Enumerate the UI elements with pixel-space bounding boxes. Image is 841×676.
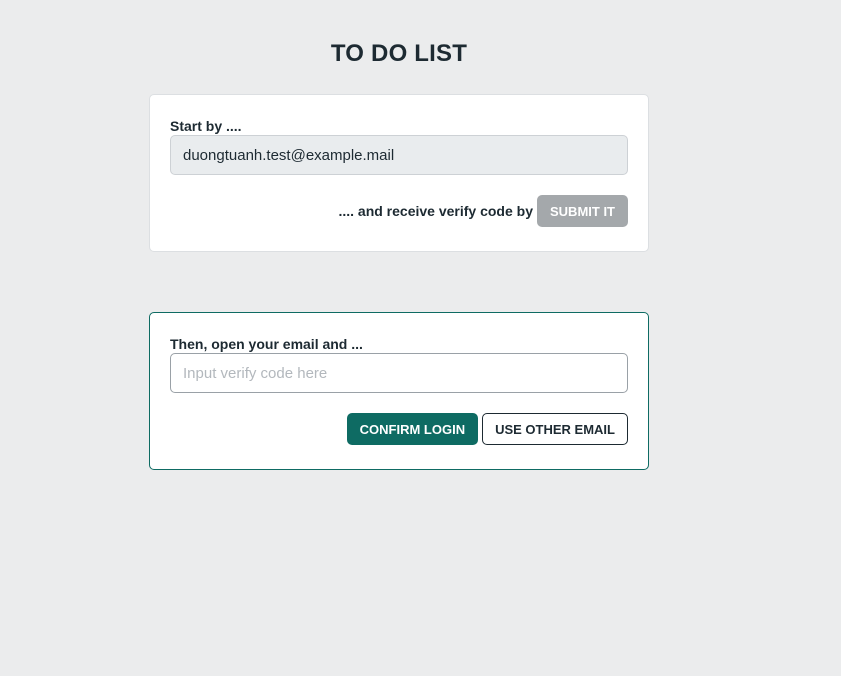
verify-card: Then, open your email and ... CONFIRM LO…	[149, 312, 649, 470]
confirm-login-button[interactable]: CONFIRM LOGIN	[346, 413, 479, 445]
page-title: TO DO LIST	[330, 40, 468, 67]
verify-label: Then, open your email and ...	[170, 336, 363, 352]
email-card: Start by .... .... and receive verify co…	[149, 94, 649, 252]
use-other-email-button[interactable]: USE OTHER EMAIL	[482, 413, 628, 445]
email-field[interactable]	[170, 135, 628, 175]
email-label: Start by ....	[170, 118, 242, 134]
submit-hint: .... and receive verify code by	[338, 203, 533, 219]
email-action-row: .... and receive verify code by SUBMIT I…	[338, 195, 628, 227]
verify-code-input[interactable]	[170, 353, 628, 393]
verify-action-row: CONFIRM LOGIN USE OTHER EMAIL	[346, 413, 628, 445]
submit-button[interactable]: SUBMIT IT	[537, 195, 628, 227]
